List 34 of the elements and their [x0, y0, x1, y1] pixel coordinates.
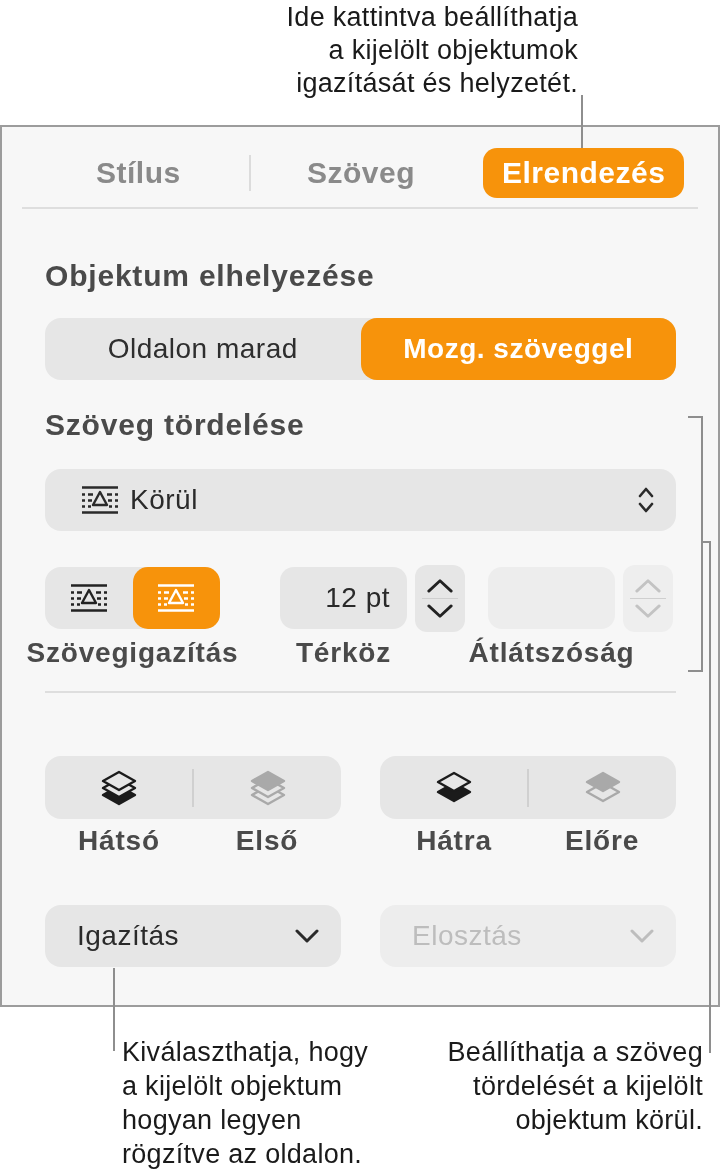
chevron-down-icon — [426, 604, 454, 619]
chevron-down-icon — [634, 604, 662, 619]
up-down-chevron-icon — [637, 485, 655, 515]
control-label: Előre — [565, 824, 639, 858]
control-label: Térköz — [295, 636, 392, 670]
layers-icon — [100, 769, 137, 806]
leader-line — [581, 95, 583, 148]
spacing-field[interactable]: 12 pt — [280, 567, 407, 629]
text-wrap-icon — [80, 485, 120, 515]
text-wrap-icon — [68, 583, 109, 613]
control-label: Átlátszóság — [468, 636, 635, 670]
callout-text: Kiválaszthatja, hogy a kijelölt objektum hogyan legyen rögzítve az oldalon. — [122, 1036, 369, 1171]
text-wrap-icon — [156, 583, 197, 613]
chevron-up-icon — [634, 578, 662, 593]
dropdown-button[interactable]: Igazítás — [45, 905, 341, 967]
control-label: Szövegigazítás — [26, 636, 239, 670]
chevron-down-icon — [630, 929, 654, 943]
chevron-down-icon — [295, 929, 319, 943]
layers-icon — [249, 769, 286, 806]
tab[interactable]: Szöveg — [288, 148, 434, 198]
stepper[interactable] — [415, 565, 465, 632]
tab[interactable]: Elrendezés — [482, 148, 685, 198]
control-label: Első — [235, 824, 299, 858]
wrap-style-dropdown[interactable]: Körül — [45, 469, 676, 531]
chevron-up-icon — [426, 578, 454, 593]
tab[interactable]: Stílus — [77, 148, 200, 198]
segment-option[interactable]: Oldalon marad — [45, 318, 361, 380]
control-label: Hátra — [416, 824, 492, 858]
callout-text: Ide kattintva beállíthatja a kijelölt objektumok igazítását és helyzetét. — [285, 1, 578, 99]
section-heading: Objektum elhelyezése — [45, 258, 376, 294]
segment-option[interactable]: Mozg. szöveggel — [360, 318, 676, 380]
section-heading: Szöveg tördelése — [45, 407, 306, 443]
callout-text: Beállíthatja a szöveg tördelését a kijelölt objektum körül. — [447, 1036, 703, 1137]
control-label: Hátsó — [78, 824, 160, 858]
